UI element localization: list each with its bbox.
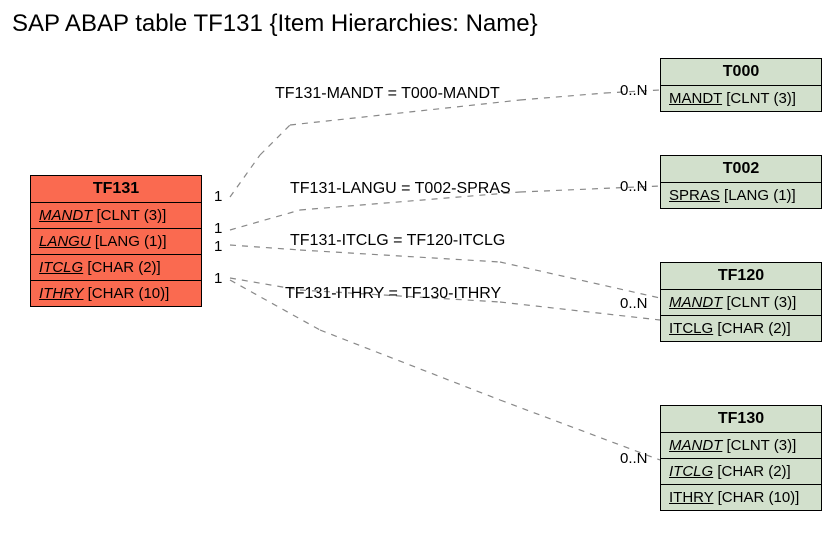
entity-t002-field-spras: SPRAS [LANG (1)] xyxy=(661,183,821,208)
relation-label-r3: TF131-ITCLG = TF120-ITCLG xyxy=(290,232,505,250)
entity-tf131: TF131 MANDT [CLNT (3)] LANGU [LANG (1)] … xyxy=(30,175,202,307)
entity-tf120-field-itclg: ITCLG [CHAR (2)] xyxy=(661,316,821,341)
relation-label-r2: TF131-LANGU = T002-SPRAS xyxy=(290,180,511,198)
entity-t000: T000 MANDT [CLNT (3)] xyxy=(660,58,822,112)
entity-t000-field-mandt: MANDT [CLNT (3)] xyxy=(661,86,821,111)
entity-t002: T002 SPRAS [LANG (1)] xyxy=(660,155,822,209)
card-left-r3: 1 xyxy=(214,238,222,255)
entity-tf120: TF120 MANDT [CLNT (3)] ITCLG [CHAR (2)] xyxy=(660,262,822,342)
card-left-r1: 1 xyxy=(214,188,222,205)
entity-tf130-field-itclg: ITCLG [CHAR (2)] xyxy=(661,459,821,485)
entity-tf131-field-ithry: ITHRY [CHAR (10)] xyxy=(31,281,201,306)
entity-t002-header: T002 xyxy=(661,156,821,183)
card-right-r2: 0..N xyxy=(620,178,648,195)
entity-tf131-field-langu: LANGU [LANG (1)] xyxy=(31,229,201,255)
entity-tf131-header: TF131 xyxy=(31,176,201,203)
card-right-r5: 0..N xyxy=(620,450,648,467)
entity-tf131-field-mandt: MANDT [CLNT (3)] xyxy=(31,203,201,229)
entity-tf130-header: TF130 xyxy=(661,406,821,433)
entity-tf120-header: TF120 xyxy=(661,263,821,290)
card-right-r4: 0..N xyxy=(620,295,648,312)
entity-tf120-field-mandt: MANDT [CLNT (3)] xyxy=(661,290,821,316)
card-left-r2: 1 xyxy=(214,220,222,237)
entity-tf130: TF130 MANDT [CLNT (3)] ITCLG [CHAR (2)] … xyxy=(660,405,822,511)
entity-tf130-field-ithry: ITHRY [CHAR (10)] xyxy=(661,485,821,510)
entity-tf130-field-mandt: MANDT [CLNT (3)] xyxy=(661,433,821,459)
relation-label-r1: TF131-MANDT = T000-MANDT xyxy=(275,85,500,103)
entity-tf131-field-itclg: ITCLG [CHAR (2)] xyxy=(31,255,201,281)
entity-t000-header: T000 xyxy=(661,59,821,86)
relation-label-r4: TF131-ITHRY = TF130-ITHRY xyxy=(285,285,501,303)
card-right-r1: 0..N xyxy=(620,82,648,99)
card-left-r4: 1 xyxy=(214,270,222,287)
page-title: SAP ABAP table TF131 {Item Hierarchies: … xyxy=(12,10,538,38)
